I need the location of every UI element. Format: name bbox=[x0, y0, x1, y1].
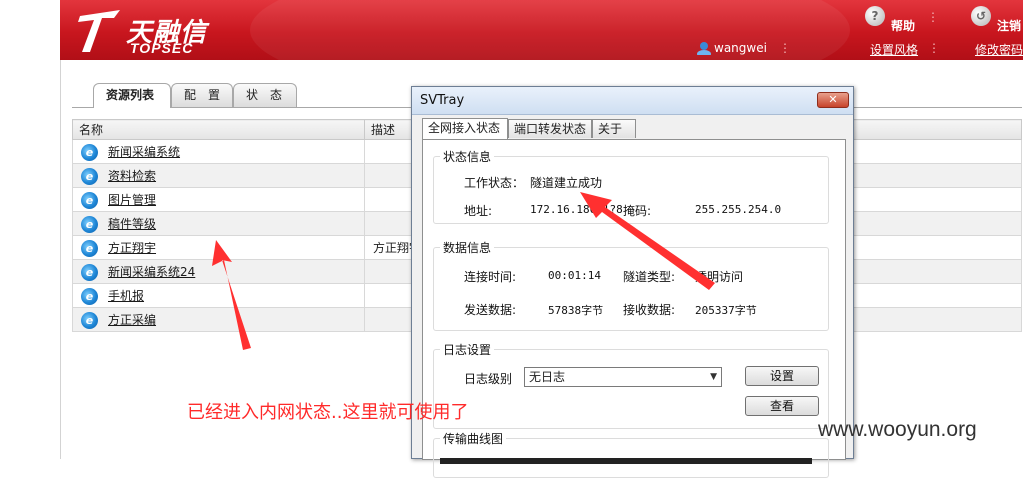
resource-name-cell: e 方正翔宇 bbox=[72, 235, 365, 260]
resource-name-cell: e 图片管理 bbox=[72, 187, 365, 212]
resource-name-cell: e 手机报 bbox=[72, 283, 365, 308]
help-icon[interactable]: ? bbox=[865, 6, 885, 26]
resource-name-cell: e 新闻采编系统 bbox=[72, 139, 365, 164]
svtray-dialog: SVTray ✕ 全网接入状态 端口转发状态 关于 状态信息 工作状态： 隧道建… bbox=[411, 86, 854, 478]
help-button[interactable]: 帮助 bbox=[891, 17, 915, 34]
tunnel-type-value: 透明访问 bbox=[695, 270, 744, 284]
tab-config[interactable]: 配 置 bbox=[171, 83, 233, 107]
data-group-title: 数据信息 bbox=[440, 239, 495, 256]
dialog-body: 状态信息 工作状态： 隧道建立成功 地址: 172.16.180.1?8 掩码:… bbox=[422, 139, 846, 478]
app-header: 天融信 TOPSEC ? 帮助 ⋮ ↺ 注销 wangwei ⋮ 设置风格 ⋮ … bbox=[60, 0, 1023, 60]
resource-link[interactable]: 资料检索 bbox=[108, 169, 156, 183]
tab-resource-list[interactable]: 资源列表 bbox=[93, 83, 171, 108]
ie-icon: e bbox=[81, 263, 98, 281]
style-settings-link[interactable]: 设置风格 bbox=[870, 41, 918, 58]
status-group-title: 状态信息 bbox=[440, 148, 495, 165]
work-state-value: 隧道建立成功 bbox=[530, 176, 603, 190]
ie-icon: e bbox=[81, 191, 98, 209]
ie-icon: e bbox=[81, 287, 98, 305]
log-level-label: 日志级别 bbox=[464, 372, 513, 386]
topsec-logo: 天融信 TOPSEC bbox=[70, 6, 270, 56]
change-password-link[interactable]: 修改密码 bbox=[975, 41, 1023, 58]
ie-icon: e bbox=[81, 143, 98, 161]
tab-port-forward-status[interactable]: 端口转发状态 bbox=[508, 119, 592, 138]
resource-link[interactable]: 方正翔宇 bbox=[108, 241, 156, 255]
close-button[interactable]: ✕ bbox=[817, 92, 849, 108]
mask-label: 掩码: bbox=[623, 204, 652, 218]
dialog-title: SVTray bbox=[420, 93, 465, 108]
log-level-select[interactable]: 无日志 ▼ bbox=[524, 367, 722, 387]
transfer-chart-group: 传输曲线图 bbox=[433, 430, 829, 478]
username: wangwei bbox=[714, 41, 767, 55]
chevron-down-icon: ▼ bbox=[710, 372, 717, 382]
conn-time-label: 连接时间: bbox=[464, 270, 517, 284]
status-info-group: 状态信息 工作状态： 隧道建立成功 地址: 172.16.180.1?8 掩码:… bbox=[433, 148, 829, 224]
resource-link[interactable]: 新闻采编系统 bbox=[108, 145, 180, 159]
logo-mark-icon bbox=[78, 10, 120, 52]
header-divider: ⋮ bbox=[928, 41, 940, 55]
chart-group-title: 传输曲线图 bbox=[440, 430, 507, 447]
resource-link[interactable]: 稿件等级 bbox=[108, 217, 156, 231]
sent-data-label: 发送数据: bbox=[464, 303, 517, 317]
mask-value: 255.255.254.0 bbox=[695, 203, 782, 216]
resource-name-cell: e 资料检索 bbox=[72, 163, 365, 188]
dialog-titlebar[interactable]: SVTray ✕ bbox=[412, 87, 853, 115]
resource-link[interactable]: 新闻采编系统24 bbox=[108, 265, 195, 279]
work-state-label: 工作状态： bbox=[464, 176, 525, 190]
tab-status[interactable]: 状 态 bbox=[233, 83, 297, 107]
logout-button[interactable]: 注销 bbox=[997, 17, 1021, 34]
column-header-name[interactable]: 名称 bbox=[72, 119, 365, 140]
logo-en-text: TOPSEC bbox=[130, 40, 194, 56]
resource-name-cell: e 稿件等级 bbox=[72, 211, 365, 236]
log-group-title: 日志设置 bbox=[440, 341, 495, 358]
header-divider: ⋮ bbox=[927, 10, 939, 24]
resource-link[interactable]: 方正采编 bbox=[108, 313, 156, 327]
recv-data-label: 接收数据: bbox=[623, 303, 676, 317]
tab-about[interactable]: 关于 bbox=[592, 119, 636, 138]
log-level-value: 无日志 bbox=[529, 370, 566, 384]
user-icon bbox=[697, 42, 711, 55]
tab-network-access-status[interactable]: 全网接入状态 bbox=[422, 118, 508, 139]
recv-data-value: 205337字节 bbox=[695, 304, 757, 317]
sent-data-value: 57838字节 bbox=[548, 304, 604, 317]
watermark: www.wooyun.org bbox=[818, 418, 977, 441]
data-info-group: 数据信息 连接时间: 00:01:14 隧道类型: 透明访问 发送数据: 578… bbox=[433, 239, 829, 331]
header-divider: ⋮ bbox=[779, 41, 791, 55]
conn-time-value: 00:01:14 bbox=[548, 269, 601, 282]
address-value: 172.16.180.1?8 bbox=[530, 203, 623, 216]
resource-name-cell: e 方正采编 bbox=[72, 307, 365, 332]
logout-icon[interactable]: ↺ bbox=[971, 6, 991, 26]
tunnel-type-label: 隧道类型: bbox=[623, 270, 676, 284]
resource-name-cell: e 新闻采编系统24 bbox=[72, 259, 365, 284]
ie-icon: e bbox=[81, 311, 98, 329]
log-set-button[interactable]: 设置 bbox=[745, 366, 819, 386]
annotation-text: 已经进入内网状态..这里就可使用了 bbox=[187, 402, 469, 423]
ie-icon: e bbox=[81, 239, 98, 257]
resource-link[interactable]: 图片管理 bbox=[108, 193, 156, 207]
resource-link[interactable]: 手机报 bbox=[108, 289, 144, 303]
ie-icon: e bbox=[81, 167, 98, 185]
address-label: 地址: bbox=[464, 204, 493, 218]
ie-icon: e bbox=[81, 215, 98, 233]
log-view-button[interactable]: 查看 bbox=[745, 396, 819, 416]
log-settings-group: 日志设置 日志级别 无日志 ▼ 设置 查看 bbox=[433, 341, 829, 429]
